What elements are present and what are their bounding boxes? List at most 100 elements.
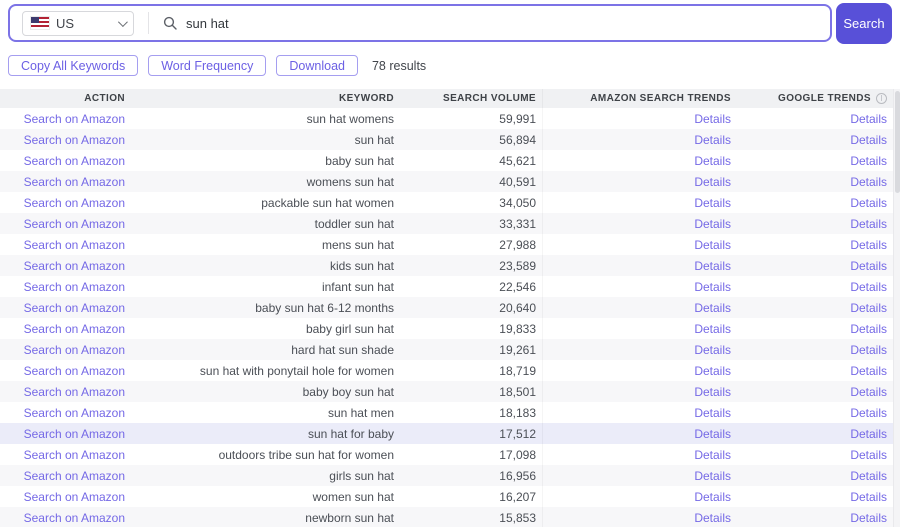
keyword-text: mens sun hat — [321, 237, 394, 252]
search-on-amazon-link[interactable]: Search on Amazon — [24, 112, 125, 126]
google-trends-details-link[interactable]: Details — [850, 343, 887, 357]
search-volume-text: 34,050 — [499, 195, 536, 210]
google-trends-details-link[interactable]: Details — [850, 427, 887, 441]
keyword-cell: sun hat men — [131, 402, 400, 423]
info-icon[interactable]: i — [876, 93, 887, 104]
google-trends-details-link[interactable]: Details — [850, 217, 887, 231]
amazon-trends-details-link[interactable]: Details — [694, 133, 731, 147]
table-row: Search on Amazon baby sun hat 6-12 months… — [0, 297, 893, 318]
keyword-text: baby sun hat 6-12 months — [255, 300, 394, 315]
keyword-text: packable sun hat women — [261, 195, 394, 210]
amazon-trends-details-link[interactable]: Details — [694, 385, 731, 399]
search-input[interactable]: sun hat — [186, 16, 229, 31]
google-trends-details-link[interactable]: Details — [850, 112, 887, 126]
amazon-trends-details-link[interactable]: Details — [694, 301, 731, 315]
keyword-text: baby sun hat — [325, 153, 394, 168]
google-trends-details-link[interactable]: Details — [850, 154, 887, 168]
amazon-trends-details-link[interactable]: Details — [694, 490, 731, 504]
google-trends-cell: Details — [737, 486, 893, 507]
scrollbar-thumb[interactable] — [895, 91, 900, 193]
google-trends-details-link[interactable]: Details — [850, 511, 887, 525]
table-row: Search on Amazon sun hat 56,894 Details Deta… — [0, 129, 893, 150]
search-on-amazon-link[interactable]: Search on Amazon — [24, 175, 125, 189]
amazon-trends-details-link[interactable]: Details — [694, 427, 731, 441]
search-on-amazon-link[interactable]: Search on Amazon — [24, 322, 125, 336]
amazon-trends-details-link[interactable]: Details — [694, 364, 731, 378]
amazon-trends-details-link[interactable]: Details — [694, 511, 731, 525]
search-on-amazon-link[interactable]: Search on Amazon — [24, 427, 125, 441]
copy-all-keywords-button[interactable]: Copy All Keywords — [8, 55, 139, 76]
download-button[interactable]: Download — [276, 55, 358, 76]
google-trends-details-link[interactable]: Details — [850, 469, 887, 483]
amazon-trends-details-link[interactable]: Details — [694, 322, 731, 336]
search-on-amazon-link[interactable]: Search on Amazon — [24, 448, 125, 462]
search-on-amazon-link[interactable]: Search on Amazon — [24, 385, 125, 399]
google-trends-details-link[interactable]: Details — [850, 406, 887, 420]
search-volume-cell: 18,719 — [400, 360, 543, 381]
amazon-trends-details-link[interactable]: Details — [694, 343, 731, 357]
search-on-amazon-link[interactable]: Search on Amazon — [24, 154, 125, 168]
search-on-amazon-link[interactable]: Search on Amazon — [24, 301, 125, 315]
action-cell: Search on Amazon — [0, 297, 131, 318]
table-row: Search on Amazon baby girl sun hat 19,833 D… — [0, 318, 893, 339]
amazon-trends-details-link[interactable]: Details — [694, 469, 731, 483]
search-on-amazon-link[interactable]: Search on Amazon — [24, 280, 125, 294]
table-row: Search on Amazon outdoors tribe sun hat f… — [0, 444, 893, 465]
google-trends-details-link[interactable]: Details — [850, 196, 887, 210]
amazon-trends-details-link[interactable]: Details — [694, 238, 731, 252]
google-trends-details-link[interactable]: Details — [850, 448, 887, 462]
google-trends-details-link[interactable]: Details — [850, 364, 887, 378]
amazon-trends-details-link[interactable]: Details — [694, 196, 731, 210]
search-on-amazon-link[interactable]: Search on Amazon — [24, 490, 125, 504]
amazon-trends-cell: Details — [543, 234, 737, 255]
amazon-trends-cell: Details — [543, 129, 737, 150]
amazon-trends-cell: Details — [543, 150, 737, 171]
search-volume-cell: 56,894 — [400, 129, 543, 150]
search-on-amazon-link[interactable]: Search on Amazon — [24, 364, 125, 378]
action-cell: Search on Amazon — [0, 150, 131, 171]
google-trends-details-link[interactable]: Details — [850, 280, 887, 294]
search-volume-cell: 18,183 — [400, 402, 543, 423]
google-trends-details-link[interactable]: Details — [850, 238, 887, 252]
keyword-text: baby boy sun hat — [302, 384, 394, 399]
amazon-trends-details-link[interactable]: Details — [694, 259, 731, 273]
action-cell: Search on Amazon — [0, 255, 131, 276]
amazon-trends-cell: Details — [543, 213, 737, 234]
search-on-amazon-link[interactable]: Search on Amazon — [24, 343, 125, 357]
search-on-amazon-link[interactable]: Search on Amazon — [24, 259, 125, 273]
amazon-trends-details-link[interactable]: Details — [694, 217, 731, 231]
google-trends-details-link[interactable]: Details — [850, 133, 887, 147]
amazon-trends-details-link[interactable]: Details — [694, 448, 731, 462]
vertical-scrollbar[interactable] — [893, 89, 900, 527]
search-on-amazon-link[interactable]: Search on Amazon — [24, 469, 125, 483]
amazon-trends-details-link[interactable]: Details — [694, 406, 731, 420]
country-select[interactable]: US — [22, 10, 134, 36]
search-volume-text: 19,833 — [499, 321, 536, 336]
keyword-cell: outdoors tribe sun hat for women — [131, 444, 400, 465]
search-on-amazon-link[interactable]: Search on Amazon — [24, 196, 125, 210]
amazon-trends-details-link[interactable]: Details — [694, 112, 731, 126]
action-cell: Search on Amazon — [0, 402, 131, 423]
search-on-amazon-link[interactable]: Search on Amazon — [24, 511, 125, 525]
search-on-amazon-link[interactable]: Search on Amazon — [24, 133, 125, 147]
google-trends-details-link[interactable]: Details — [850, 175, 887, 189]
amazon-trends-details-link[interactable]: Details — [694, 154, 731, 168]
google-trends-details-link[interactable]: Details — [850, 301, 887, 315]
search-button[interactable]: Search — [836, 3, 892, 44]
amazon-trends-cell: Details — [543, 339, 737, 360]
table-row: Search on Amazon baby boy sun hat 18,501 De… — [0, 381, 893, 402]
search-on-amazon-link[interactable]: Search on Amazon — [24, 217, 125, 231]
search-on-amazon-link[interactable]: Search on Amazon — [24, 238, 125, 252]
google-trends-details-link[interactable]: Details — [850, 385, 887, 399]
amazon-trends-details-link[interactable]: Details — [694, 175, 731, 189]
google-trends-details-link[interactable]: Details — [850, 490, 887, 504]
google-trends-details-link[interactable]: Details — [850, 322, 887, 336]
search-on-amazon-link[interactable]: Search on Amazon — [24, 406, 125, 420]
search-volume-text: 17,098 — [499, 447, 536, 462]
google-trends-details-link[interactable]: Details — [850, 259, 887, 273]
word-frequency-button[interactable]: Word Frequency — [148, 55, 267, 76]
amazon-trends-details-link[interactable]: Details — [694, 280, 731, 294]
keyword-cell: kids sun hat — [131, 255, 400, 276]
keyword-cell: sun hat for baby — [131, 423, 400, 444]
amazon-trends-cell: Details — [543, 108, 737, 129]
